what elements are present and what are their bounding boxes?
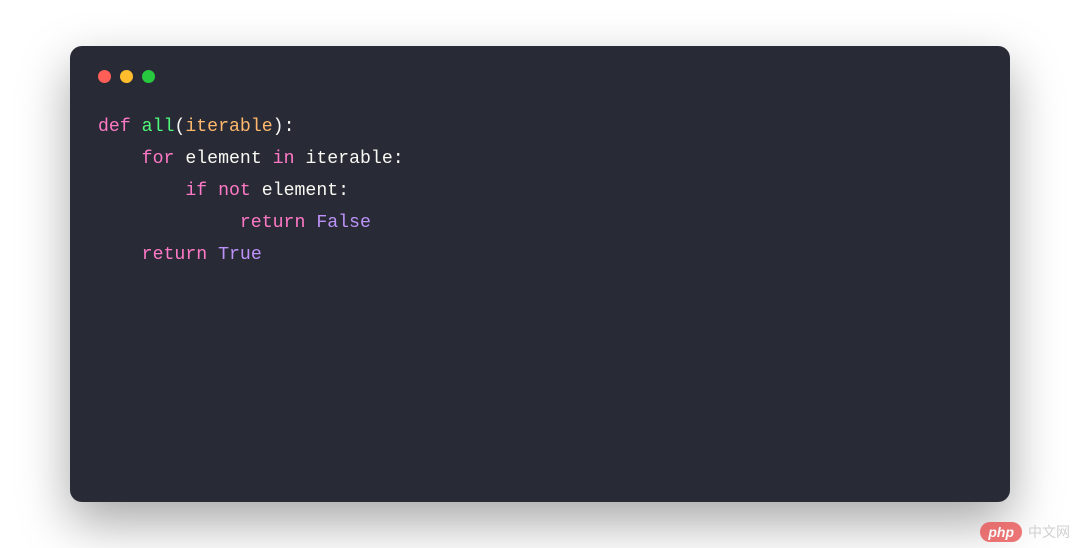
window-controls	[98, 70, 982, 83]
watermark: php 中文网	[980, 522, 1070, 542]
parameter: iterable	[185, 117, 272, 137]
colon: :	[338, 181, 349, 201]
keyword-return: return	[142, 245, 208, 265]
maximize-icon[interactable]	[142, 70, 155, 83]
keyword-return: return	[240, 213, 306, 233]
constant-false: False	[316, 213, 371, 233]
variable-element: element	[185, 149, 261, 169]
watermark-text: 中文网	[1028, 522, 1070, 542]
function-name: all	[142, 117, 175, 137]
code-window: def all(iterable): for element in iterab…	[70, 46, 1010, 502]
colon: :	[393, 149, 404, 169]
paren-open: (	[174, 117, 185, 137]
constant-true: True	[218, 245, 262, 265]
php-badge-icon: php	[980, 522, 1022, 542]
keyword-if: if	[185, 181, 207, 201]
code-block: def all(iterable): for element in iterab…	[98, 111, 982, 271]
variable-iterable: iterable	[305, 149, 392, 169]
keyword-not: not	[218, 181, 251, 201]
close-icon[interactable]	[98, 70, 111, 83]
keyword-for: for	[142, 149, 175, 169]
keyword-in: in	[273, 149, 295, 169]
variable-element: element	[262, 181, 338, 201]
keyword-def: def	[98, 117, 131, 137]
paren-close: ):	[273, 117, 295, 137]
minimize-icon[interactable]	[120, 70, 133, 83]
